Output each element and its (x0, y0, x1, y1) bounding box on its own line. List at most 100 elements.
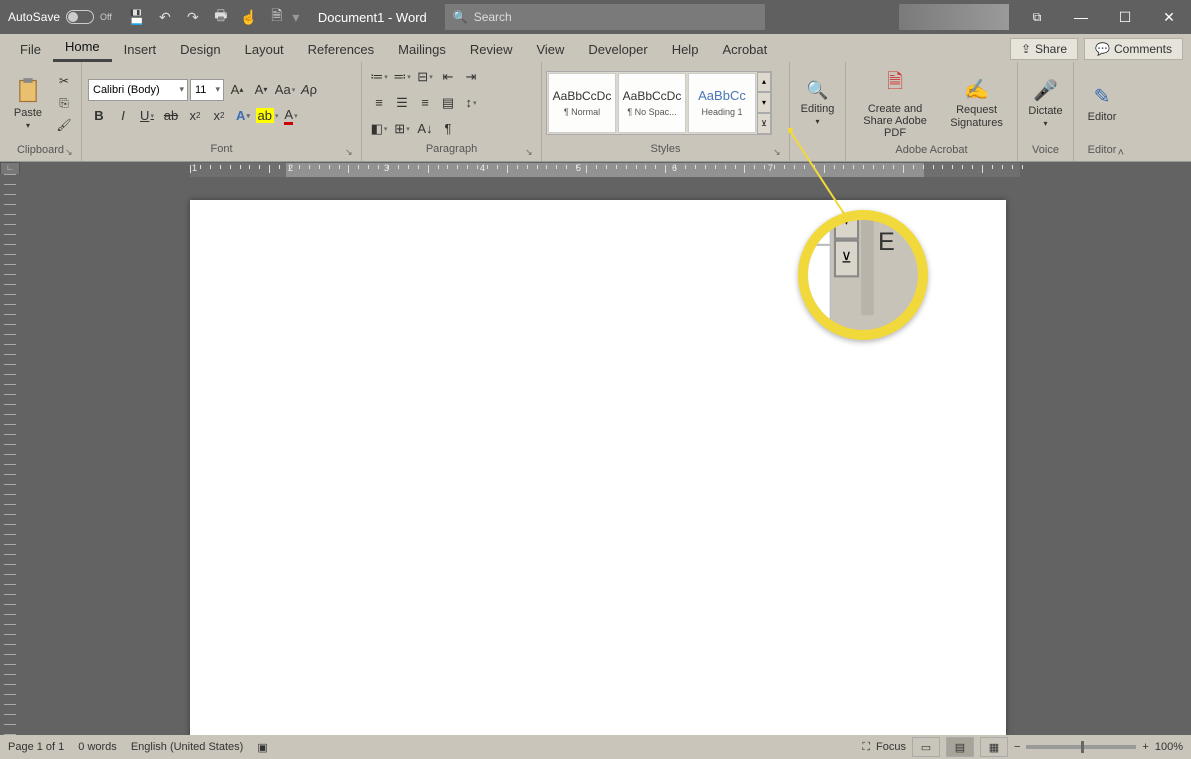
search-box[interactable]: 🔍 Search (445, 4, 765, 30)
quick-print-icon[interactable]: 🖶 (208, 4, 234, 30)
tab-home[interactable]: Home (53, 33, 112, 62)
share-button[interactable]: ⇪Share (1010, 38, 1078, 60)
status-page[interactable]: Page 1 of 1 (8, 741, 64, 753)
styles-row-down-icon[interactable]: ▾ (757, 92, 771, 113)
font-color-icon[interactable]: A (280, 105, 302, 127)
tab-layout[interactable]: Layout (233, 36, 296, 62)
tab-acrobat[interactable]: Acrobat (710, 36, 779, 62)
text-effects-icon[interactable]: A (232, 105, 254, 127)
new-doc-icon[interactable]: 🗎 (264, 4, 290, 30)
numbering-icon[interactable]: ≕ (391, 66, 413, 88)
clear-formatting-icon[interactable]: Aρ (298, 79, 320, 101)
search-placeholder: Search (474, 10, 512, 24)
tab-file[interactable]: File (8, 36, 53, 62)
account-block[interactable] (899, 4, 1009, 30)
autosave-toggle[interactable]: AutoSave Off (0, 10, 120, 24)
copy-icon[interactable]: ⎘ (54, 93, 74, 113)
touch-mode-icon[interactable]: ☝ (236, 4, 262, 30)
tab-help[interactable]: Help (660, 36, 711, 62)
zoom-out-icon[interactable]: − (1014, 741, 1020, 753)
highlight-icon[interactable]: ab (256, 105, 278, 127)
group-acrobat: 🗎 Create and Share Adobe PDF ✍ Request S… (846, 62, 1018, 161)
redo-icon[interactable]: ↷ (180, 4, 206, 30)
grow-font-icon[interactable]: A▴ (226, 79, 248, 101)
group-label-font: Font (82, 143, 361, 161)
read-mode-icon[interactable]: ▭ (912, 737, 940, 757)
web-layout-icon[interactable]: ▦ (980, 737, 1008, 757)
tab-developer[interactable]: Developer (576, 36, 659, 62)
editor-button[interactable]: ✎ Editor (1080, 64, 1124, 142)
multilevel-list-icon[interactable]: ⊟ (414, 66, 436, 88)
font-size-combo[interactable]: 11 (190, 79, 224, 101)
callout-row-down-icon[interactable]: ▾ (834, 210, 859, 240)
bullets-icon[interactable]: ≔ (368, 66, 390, 88)
window-controls: ⧉ — ☐ ✕ (1015, 0, 1191, 34)
styles-row-up-icon[interactable]: ▴ (757, 72, 771, 93)
create-share-pdf-button[interactable]: 🗎 Create and Share Adobe PDF (852, 64, 938, 142)
change-case-icon[interactable]: Aa (274, 79, 296, 101)
align-center-icon[interactable]: ☰ (391, 92, 413, 114)
focus-mode-icon[interactable]: ⛶ (862, 741, 870, 754)
shading-icon[interactable]: ◧ (368, 118, 390, 140)
horizontal-ruler[interactable]: 1234567 (20, 162, 1191, 178)
italic-icon[interactable]: I (112, 105, 134, 127)
undo-icon[interactable]: ↶ (152, 4, 178, 30)
style-heading-1[interactable]: AaBbCc Heading 1 (688, 73, 756, 133)
save-icon[interactable]: 💾 (124, 4, 150, 30)
decrease-indent-icon[interactable]: ⇤ (437, 66, 459, 88)
style-normal[interactable]: AaBbCcDc ¶ Normal (548, 73, 616, 133)
group-editor: ✎ Editor Editor ˄ (1074, 62, 1130, 161)
styles-launcher-icon[interactable]: ↘ (773, 147, 785, 159)
group-label-styles: Styles (542, 143, 789, 161)
dictate-button[interactable]: 🎤 Dictate ▾ (1024, 64, 1067, 142)
tab-mailings[interactable]: Mailings (386, 36, 458, 62)
align-right-icon[interactable]: ≡ (414, 92, 436, 114)
shrink-font-icon[interactable]: A▾ (250, 79, 272, 101)
collapse-ribbon-icon[interactable]: ˄ (1118, 147, 1124, 159)
tab-review[interactable]: Review (458, 36, 525, 62)
line-spacing-icon[interactable]: ↕ (460, 92, 482, 114)
print-layout-icon[interactable]: ▤ (946, 737, 974, 757)
subscript-icon[interactable]: x2 (184, 105, 206, 127)
justify-icon[interactable]: ▤ (437, 92, 459, 114)
zoom-slider[interactable] (1026, 745, 1136, 749)
style-no-spacing[interactable]: AaBbCcDc ¶ No Spac... (618, 73, 686, 133)
request-signatures-button[interactable]: ✍ Request Signatures (942, 64, 1011, 142)
styles-more-icon[interactable]: ⊻ (757, 113, 771, 134)
comments-button[interactable]: 💬Comments (1084, 38, 1183, 60)
editing-button[interactable]: 🔍 Editing ▾ (796, 64, 839, 142)
align-left-icon[interactable]: ≡ (368, 92, 390, 114)
sort-icon[interactable]: A↓ (414, 118, 436, 140)
format-painter-icon[interactable]: 🖌 (54, 115, 74, 135)
focus-label[interactable]: Focus (876, 741, 906, 753)
ribbon-display-options-icon[interactable]: ⧉ (1015, 0, 1059, 34)
show-marks-icon[interactable]: ¶ (437, 118, 459, 140)
increase-indent-icon[interactable]: ⇥ (460, 66, 482, 88)
macro-recording-icon[interactable]: ▣ (257, 741, 267, 754)
font-launcher-icon[interactable]: ↘ (345, 147, 357, 159)
strikethrough-icon[interactable]: ab (160, 105, 182, 127)
vertical-ruler[interactable] (0, 174, 20, 735)
paragraph-launcher-icon[interactable]: ↘ (525, 147, 537, 159)
tab-references[interactable]: References (296, 36, 386, 62)
paste-button[interactable]: Paste ▾ (6, 64, 50, 142)
cut-icon[interactable]: ✂ (54, 71, 74, 91)
status-language[interactable]: English (United States) (131, 741, 244, 753)
callout-more-icon[interactable]: ⊻ (834, 240, 859, 278)
underline-icon[interactable]: U (136, 105, 158, 127)
superscript-icon[interactable]: x2 (208, 105, 230, 127)
minimize-icon[interactable]: — (1059, 0, 1103, 34)
tab-design[interactable]: Design (168, 36, 232, 62)
tab-view[interactable]: View (524, 36, 576, 62)
qat-customize-icon[interactable]: ▾ (292, 4, 300, 30)
close-icon[interactable]: ✕ (1147, 0, 1191, 34)
zoom-level[interactable]: 100% (1155, 741, 1183, 753)
font-name-combo[interactable]: Calibri (Body) (88, 79, 188, 101)
zoom-in-icon[interactable]: + (1142, 741, 1148, 753)
tab-insert[interactable]: Insert (112, 36, 169, 62)
status-words[interactable]: 0 words (78, 741, 117, 753)
bold-icon[interactable]: B (88, 105, 110, 127)
maximize-icon[interactable]: ☐ (1103, 0, 1147, 34)
borders-icon[interactable]: ⊞ (391, 118, 413, 140)
clipboard-launcher-icon[interactable]: ↘ (65, 147, 77, 159)
